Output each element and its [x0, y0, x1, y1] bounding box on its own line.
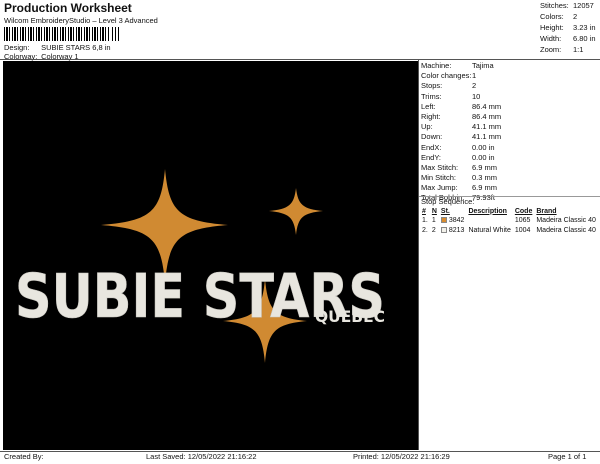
sub-text: QUEBEC: [315, 307, 385, 326]
stop-brand: Madeira Classic 40: [536, 217, 596, 225]
colorway-label: Colorway:: [4, 52, 38, 61]
stop-description: [466, 216, 512, 226]
stop-stitches-cell: 3842: [439, 216, 467, 226]
stat-value: 6.80 in: [573, 34, 596, 43]
stop-n: 2: [431, 227, 436, 235]
stop-stitches: 3842: [448, 217, 465, 225]
machine-label: Down:: [421, 132, 443, 142]
col-brand: Brand: [536, 207, 557, 215]
machine-value: 41.1 mm: [472, 122, 502, 132]
machine-value: 2: [472, 81, 477, 91]
stat-label: Height:: [540, 23, 564, 32]
panel-divider: [418, 60, 419, 450]
small-star-shape: [269, 188, 323, 235]
stop-num: 2.: [422, 227, 428, 235]
col-stitches: St.: [440, 207, 450, 215]
color-swatch-icon: [440, 227, 447, 234]
machine-label: Left:: [421, 101, 436, 111]
machine-label: Up:: [421, 122, 433, 132]
machine-value: 0.3 mm: [472, 173, 498, 183]
machine-label: Min Stitch:: [421, 173, 457, 183]
machine-label: EndY:: [421, 152, 442, 162]
stat-label: Zoom:: [540, 45, 562, 54]
machine-label: EndX:: [421, 142, 442, 152]
machine-value: 6.9 mm: [472, 162, 498, 172]
design-row: Design: SUBIE STARS 6,8 in: [4, 43, 111, 52]
machine-value: 86.4 mm: [472, 111, 502, 121]
machine-label: Max Jump:: [421, 183, 458, 193]
footer-divider: [0, 451, 600, 452]
machine-label: Trims:: [421, 91, 442, 101]
barcode: [4, 27, 109, 41]
stop-description: Natural White: [468, 227, 511, 235]
stop-stitches-cell: 8213: [439, 226, 467, 236]
stop-sequence-table: # N St. Description Code Brand 1. 1 3842…: [420, 207, 598, 236]
printed-date: Printed: 12/05/2022 21:16:29: [353, 452, 450, 461]
machine-label: Machine:: [421, 61, 452, 70]
machine-value: 86.4 mm: [472, 101, 502, 111]
stat-value: 3.23 in: [573, 23, 596, 32]
machine-label: Stops:: [421, 81, 443, 91]
barcode-tail: [112, 27, 120, 41]
machine-value: 0.00 in: [472, 142, 495, 152]
color-swatch-icon: [440, 217, 447, 224]
stop-brand: Madeira Classic 40: [536, 227, 596, 235]
machine-label: Right:: [421, 111, 441, 121]
machine-value: 0.00 in: [472, 152, 495, 162]
colorway-row: Colorway: Colorway 1: [4, 52, 79, 61]
stop-table-header: # N St. Description Code Brand: [420, 207, 598, 216]
stop-stitches: 8213: [448, 227, 465, 235]
stop-n: 1: [431, 217, 436, 225]
table-row: 2. 2 8213 Natural White 1004 Madeira Cla…: [420, 226, 598, 236]
design-label: Design:: [4, 43, 30, 52]
design-preview: SUBIE STARS QUEBEC: [3, 61, 418, 450]
machine-label: Color changes:: [421, 71, 472, 81]
stat-row: Zoom: 1:1: [540, 45, 596, 57]
col-code: Code: [514, 207, 533, 215]
col-description: Description: [468, 207, 507, 215]
machine-value: 6.9 mm: [472, 183, 498, 193]
machine-info: Machine: Tajima Color changes:1 Stops: 2 T…: [421, 61, 502, 205]
page-number: Page 1 of 1: [548, 452, 587, 461]
worksheet-title: Production Worksheet: [4, 1, 132, 15]
stat-label: Width:: [540, 34, 562, 43]
embroidery-design: SUBIE STARS QUEBEC: [15, 169, 385, 363]
stat-value: 1:1: [573, 45, 584, 54]
software-name: Wilcom EmbroideryStudio – Level 3 Advanc…: [4, 16, 158, 25]
design-value: SUBIE STARS 6,8 in: [41, 43, 111, 52]
created-by: Created By:: [4, 452, 44, 461]
table-row: 1. 1 3842 1065 Madeira Classic 40: [420, 216, 598, 226]
header-divider: [0, 59, 600, 60]
stat-value: 2: [573, 12, 578, 21]
machine-label: Max Stitch:: [421, 162, 459, 172]
machine-value: 41.1 mm: [472, 132, 502, 142]
stat-value: 12057: [573, 1, 594, 10]
machine-value: Tajima: [472, 61, 494, 70]
stat-label: Stitches:: [540, 1, 569, 10]
stop-code: 1004: [514, 227, 531, 235]
stop-code: 1065: [514, 217, 531, 225]
stat-label: Colors:: [540, 12, 564, 21]
last-saved: Last Saved: 12/05/2022 21:16:22: [146, 452, 257, 461]
design-stats: Stitches: 12057 Colors: 2 Height: 3.23 in W…: [540, 1, 596, 57]
col-num: #: [422, 207, 426, 215]
stop-num: 1.: [422, 217, 428, 225]
machine-value: 79.93ft: [472, 193, 495, 203]
machine-value: 1: [472, 71, 477, 81]
stop-sequence-title: Stop Sequence:: [421, 197, 475, 206]
col-n: N: [431, 207, 437, 215]
machine-value: 10: [472, 91, 481, 101]
